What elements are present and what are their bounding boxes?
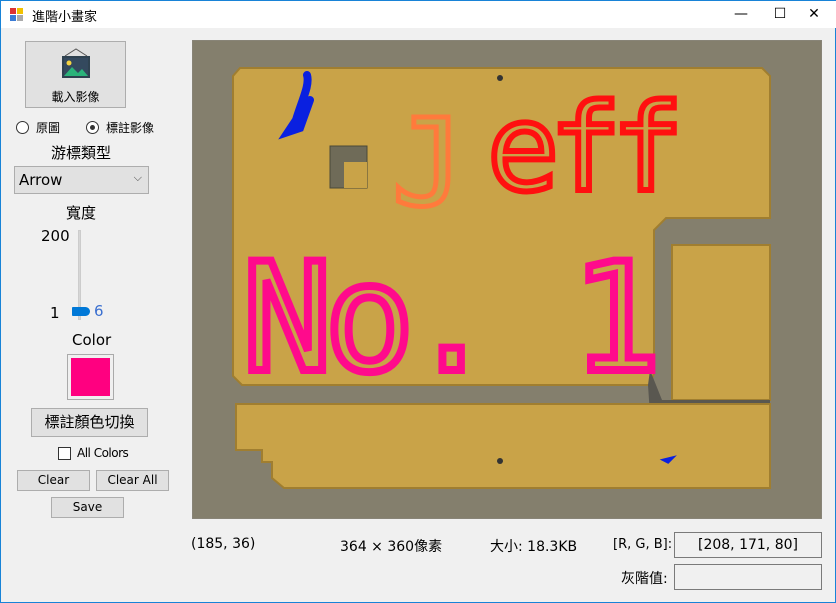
close-button[interactable]: ✕ [791,1,836,28]
radio-original[interactable] [16,121,29,134]
annotation-eff: eff [487,80,674,219]
rgb-label: [R, G, B]: [613,537,673,552]
cursor-coords: (185, 36) [191,536,256,552]
load-image-label: 載入影像 [51,90,100,104]
gold-pad-lower [235,403,771,489]
clear-all-button[interactable]: Clear All [96,470,169,491]
clear-button[interactable]: Clear [17,470,90,491]
cursor-type-select[interactable]: Arrow ⌵ [14,166,149,194]
gray-value-field [674,564,822,590]
gold-pad-right [671,244,771,401]
cursor-type-value: Arrow [19,171,63,189]
toggle-color-button[interactable]: 標註顏色切換 [31,408,148,437]
file-size: 大小: 18.3KB [490,539,578,555]
image-canvas[interactable]: J eff No. 1 [192,40,822,519]
annotation-no1: No. 1 [242,232,654,406]
picture-icon [62,48,90,78]
title-bar: 進階小畫家 — ☐ ✕ [1,1,836,28]
save-button[interactable]: Save [51,497,124,518]
width-min-label: 1 [50,304,60,322]
width-max-label: 200 [41,227,70,245]
radio-annotated[interactable] [86,121,99,134]
annotation-j: J [392,95,464,234]
cursor-type-label: 游標類型 [51,144,112,162]
chevron-down-icon: ⌵ [133,171,142,184]
image-dimensions: 364 × 360像素 [340,539,443,555]
window-title: 進階小畫家 [32,10,98,25]
radio-annotated-label: 標註影像 [106,121,155,135]
color-swatch[interactable] [67,354,114,400]
load-image-button[interactable]: 載入影像 [25,41,126,108]
width-slider-thumb[interactable] [72,307,90,316]
rgb-value-field: [208, 171, 80] [674,532,822,558]
all-colors-label: All Colors [77,446,129,460]
color-swatch-fill [71,358,110,396]
gray-label: 灰階值: [621,571,668,587]
app-icon [10,8,24,21]
radio-original-label: 原圖 [36,121,61,135]
color-label: Color [72,331,112,349]
width-label: 寬度 [66,204,97,222]
all-colors-checkbox[interactable] [58,447,71,460]
width-value: 6 [94,302,104,320]
